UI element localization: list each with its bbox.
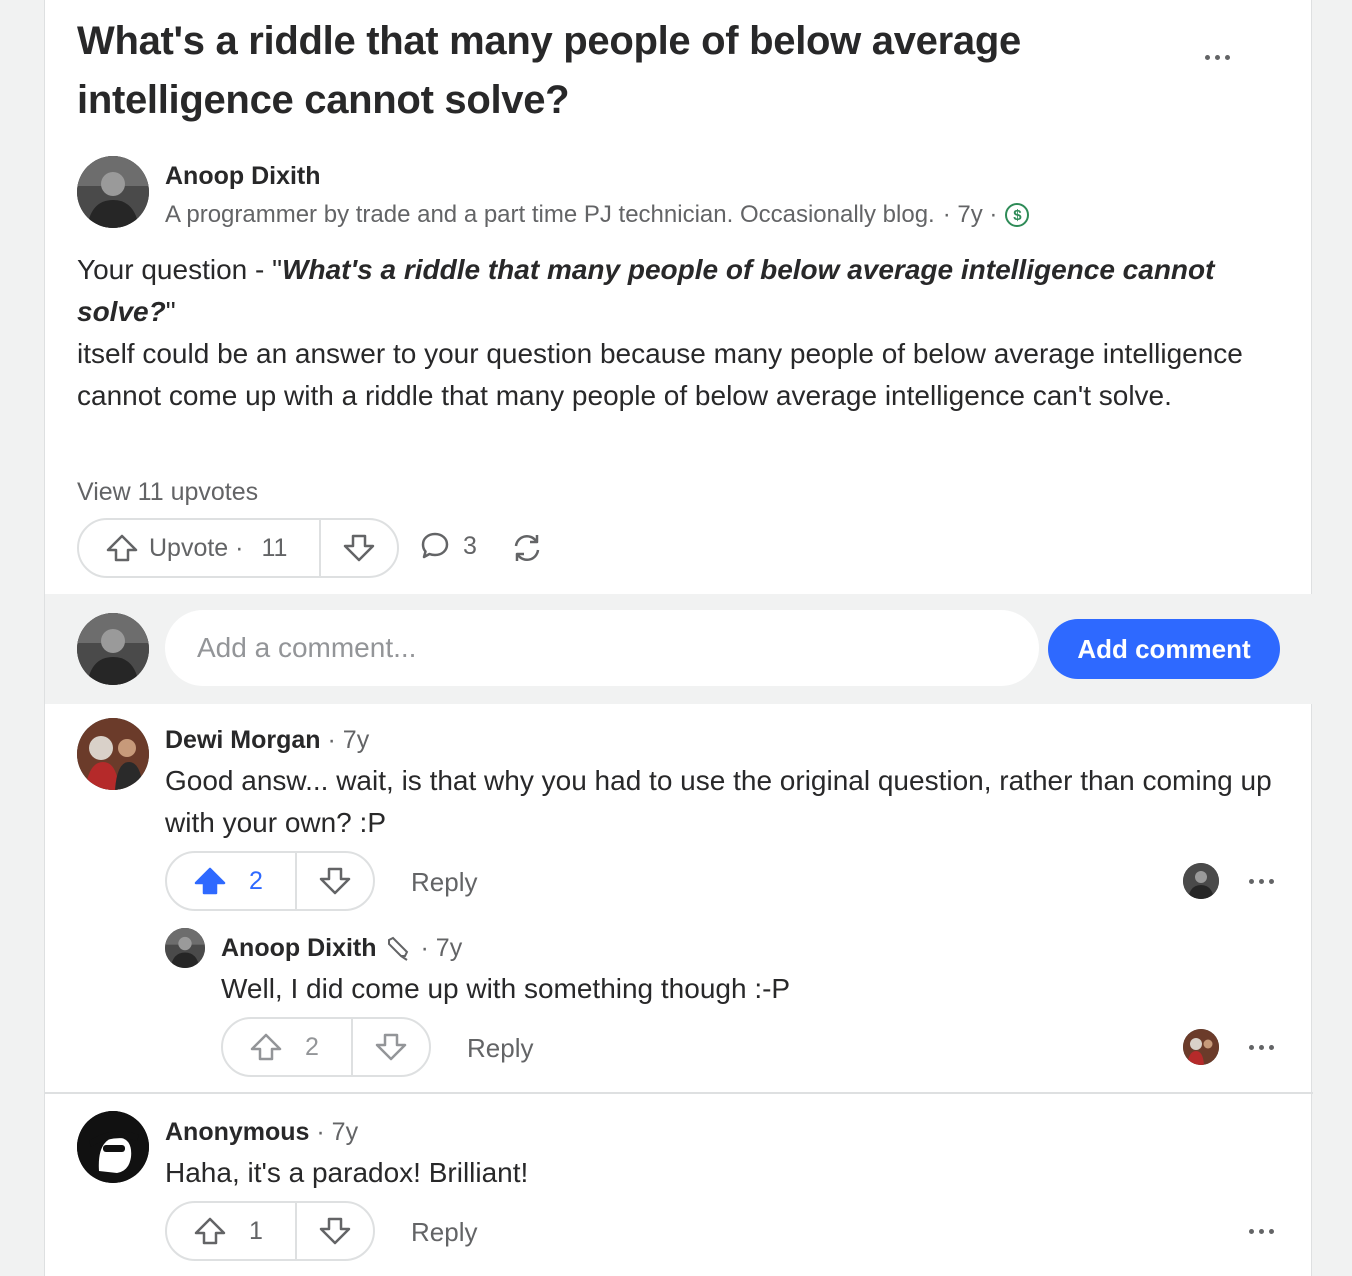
answer-text: itself could be an answer to your questi… [77,338,1243,411]
comment-author[interactable]: Anoop Dixith · 7y [221,934,462,963]
more-icon[interactable] [1197,45,1237,69]
share-icon[interactable] [509,530,545,571]
downvote-icon [375,1033,407,1061]
comment-input[interactable] [165,610,1039,686]
more-icon[interactable] [1241,1035,1281,1059]
reply-button[interactable]: Reply [411,1217,477,1248]
comment-author[interactable]: Anonymous · 7y [165,1118,358,1147]
more-icon[interactable] [1241,1219,1281,1243]
downvote-icon [343,534,375,562]
upvote-icon [106,534,138,562]
upvote-icon [250,1033,282,1061]
view-upvotes-link[interactable]: View 11 upvotes [77,478,258,507]
dollar-icon: $ [1005,203,1030,227]
comment-divider [45,1092,1313,1094]
answer-card: What's a riddle that many people of belo… [44,0,1313,1276]
upvote-icon [194,1217,226,1245]
comment-author[interactable]: Dewi Morgan · 7y [165,726,369,755]
downvote-button[interactable] [353,1019,429,1075]
upvote-button[interactable]: 1 [167,1203,297,1259]
upvote-icon [194,867,226,895]
downvote-button[interactable] [297,1203,373,1259]
upvote-button[interactable]: 2 [223,1019,353,1075]
avatar[interactable] [77,156,149,228]
upvote-button[interactable]: Upvote · 11 [79,520,321,576]
comment-vote-group: 2 [165,851,375,911]
question-title[interactable]: What's a riddle that many people of belo… [77,12,1117,130]
downvote-button[interactable] [321,520,397,576]
answer-body: Your question - "What's a riddle that ma… [77,254,1243,411]
commenter-avatar[interactable] [77,718,149,790]
downvote-button[interactable] [297,853,373,909]
anonymous-avatar[interactable] [77,1111,149,1183]
comment-vote-group: 2 [221,1017,431,1077]
reply-button[interactable]: Reply [467,1033,533,1064]
comment-text: Haha, it's a paradox! Brilliant! [165,1157,529,1188]
current-user-avatar[interactable] [77,613,149,685]
vote-group: Upvote · 11 [77,518,399,578]
downvote-icon [319,1217,351,1245]
author-name[interactable]: Anoop Dixith [165,162,321,191]
downvote-icon [319,867,351,895]
upvoter-avatar[interactable] [1183,863,1219,899]
comment-text: Good answ... wait, is that why you had t… [165,765,1272,838]
comments-button[interactable]: 3 [419,530,477,562]
add-comment-bar: Add comment [45,594,1313,704]
upvoter-avatar[interactable] [1183,1029,1219,1065]
more-icon[interactable] [1241,869,1281,893]
commenter-avatar[interactable] [165,928,205,968]
author-credential: A programmer by trade and a part time PJ… [165,201,1185,229]
add-comment-button[interactable]: Add comment [1048,619,1280,679]
comment-text: Well, I did come up with something thoug… [221,973,791,1004]
answer-time: · 7y · [942,201,998,228]
upvote-button[interactable]: 2 [167,853,297,909]
comment-icon [421,532,449,559]
credential-text: A programmer by trade and a part time PJ… [165,201,935,228]
pencil-icon [387,936,408,961]
comment-vote-group: 1 [165,1201,375,1261]
reply-button[interactable]: Reply [411,867,477,898]
